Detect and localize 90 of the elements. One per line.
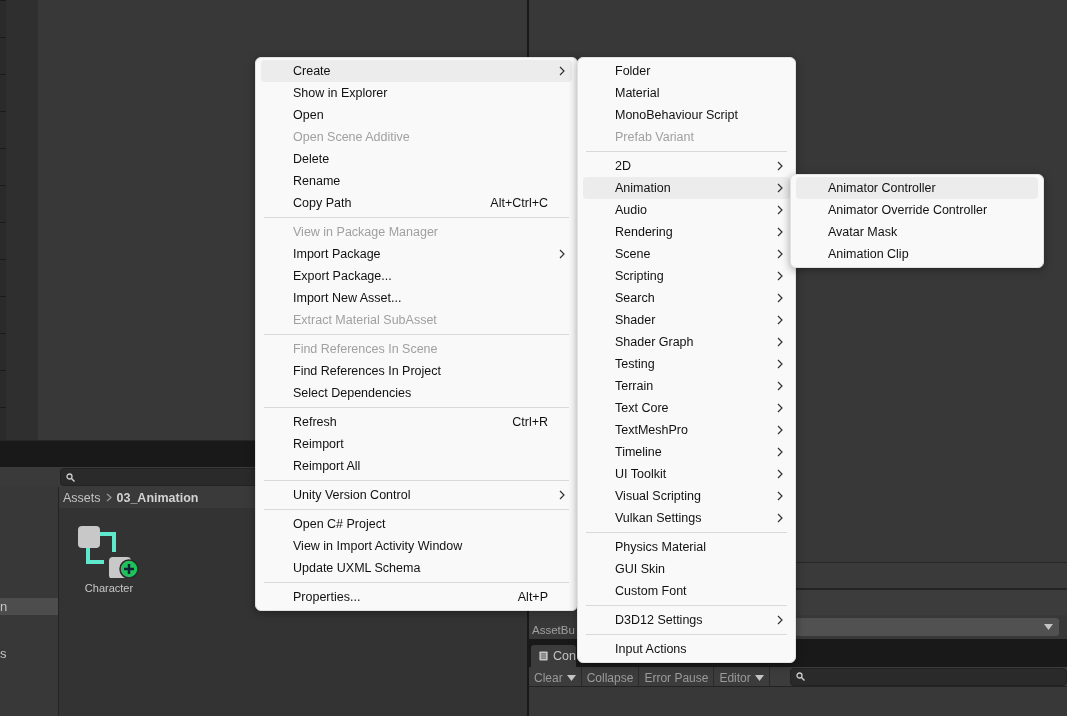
menu-item[interactable]: Animation — [583, 177, 790, 199]
search-field[interactable] — [789, 667, 1067, 686]
menu-item[interactable]: Animator Override Controller — [796, 199, 1038, 221]
menu-item[interactable]: Scripting — [583, 265, 790, 287]
menu-item[interactable]: Shader — [583, 309, 790, 331]
menu-item[interactable]: Testing — [583, 353, 790, 375]
chevron-icon — [777, 447, 783, 457]
chevron-icon — [777, 513, 783, 523]
breadcrumb-item[interactable]: 03_Animation — [116, 490, 199, 505]
menu-item[interactable]: Material — [583, 82, 790, 104]
tree-item[interactable]: s — [0, 645, 58, 662]
chevron-icon — [777, 249, 783, 259]
menu-item[interactable]: Animation Clip — [796, 243, 1038, 265]
dropdown-field[interactable] — [794, 618, 1059, 636]
menu-item[interactable]: Audio — [583, 199, 790, 221]
chevron-icon — [777, 381, 783, 391]
chevron-icon — [777, 403, 783, 413]
chevron-icon — [777, 205, 783, 215]
chevron-icon — [777, 491, 783, 501]
chevron-icon — [777, 469, 783, 479]
chevron-icon — [777, 293, 783, 303]
chevron-icon — [559, 490, 565, 500]
menu-item[interactable]: Physics Material — [583, 536, 790, 558]
menu-item[interactable]: Folder — [583, 60, 790, 82]
menu-item[interactable]: Shader Graph — [583, 331, 790, 353]
breadcrumb-item[interactable]: Assets — [63, 490, 101, 505]
menu-item[interactable]: Delete — [261, 148, 572, 170]
menu-item[interactable]: D3D12 Settings — [583, 609, 790, 631]
menu-item[interactable]: Import Package — [261, 243, 572, 265]
chevron-icon — [777, 227, 783, 237]
chevron-icon — [777, 271, 783, 281]
console-tab[interactable]: Con — [531, 645, 576, 667]
chevron-icon — [777, 183, 783, 193]
asset-label: Character — [84, 582, 134, 594]
chevron-icon — [777, 359, 783, 369]
field-label: AssetBu — [532, 624, 575, 636]
toolbar-button[interactable]: Collapse — [581, 667, 640, 686]
chevron-icon — [559, 66, 565, 76]
chevron-icon — [559, 249, 565, 259]
chevron-icon — [777, 615, 783, 625]
menu-item[interactable]: Unity Version Control — [261, 484, 572, 506]
menu-item[interactable]: Open C# Project — [261, 513, 572, 535]
menu-item[interactable]: Animator Controller — [796, 177, 1038, 199]
chevron-icon — [777, 315, 783, 325]
menu-item[interactable]: Open — [261, 104, 572, 126]
toolbar-button[interactable]: Clear — [529, 667, 582, 686]
chevron-icon — [777, 425, 783, 435]
menu-item[interactable]: Search — [583, 287, 790, 309]
menu-item[interactable]: Rename — [261, 170, 572, 192]
menu-item[interactable]: Visual Scripting — [583, 485, 790, 507]
chevron-icon — [777, 337, 783, 347]
chevron-icon — [777, 161, 783, 171]
menu-item[interactable]: Scene — [583, 243, 790, 265]
menu-item[interactable]: Show in Explorer — [261, 82, 572, 104]
menu-item[interactable]: Rendering — [583, 221, 790, 243]
menu-item[interactable]: Find References In Project — [261, 360, 572, 382]
menu-item[interactable]: Copy Path Alt+Ctrl+C — [261, 192, 572, 214]
menu-item[interactable]: Update UXML Schema — [261, 557, 572, 579]
menu-item[interactable]: Timeline — [583, 441, 790, 463]
dropdown-arrow-icon — [566, 675, 576, 681]
menu-item[interactable]: Terrain — [583, 375, 790, 397]
dropdown-arrow-icon — [1044, 624, 1053, 630]
menu-item[interactable]: Text Core — [583, 397, 790, 419]
menu-item[interactable]: Select Dependencies — [261, 382, 572, 404]
menu-item[interactable]: Custom Font — [583, 580, 790, 602]
menu-item[interactable]: UI Toolkit — [583, 463, 790, 485]
menu-item[interactable]: 2D — [583, 155, 790, 177]
menu-item[interactable]: Input Actions — [583, 638, 790, 660]
menu-item[interactable]: Refresh Ctrl+R — [261, 411, 572, 433]
menu-item[interactable]: Reimport All — [261, 455, 572, 477]
list-icon — [539, 650, 549, 662]
search-icon — [795, 672, 805, 681]
tree-item[interactable]: n — [0, 598, 58, 615]
menu-item[interactable]: View in Import Activity Window — [261, 535, 572, 557]
menu-item[interactable]: Import New Asset... — [261, 287, 572, 309]
menu-item[interactable]: Create — [261, 60, 572, 82]
chevron-icon — [105, 493, 112, 502]
node-graph-icon — [78, 526, 140, 578]
toolbar-button[interactable]: Editor — [714, 667, 770, 686]
search-icon — [66, 472, 75, 482]
menu-item[interactable]: TextMeshPro — [583, 419, 790, 441]
dropdown-arrow-icon — [754, 675, 764, 681]
menu-item[interactable]: Properties... Alt+P — [261, 586, 572, 608]
menu-item[interactable]: Avatar Mask — [796, 221, 1038, 243]
toolbar-button[interactable]: Error Pause — [639, 667, 715, 686]
menu-item[interactable]: MonoBehaviour Script — [583, 104, 790, 126]
menu-item[interactable]: Vulkan Settings — [583, 507, 790, 529]
menu-item[interactable]: Export Package... — [261, 265, 572, 287]
menu-item[interactable]: Reimport — [261, 433, 572, 455]
menu-item[interactable]: GUI Skin — [583, 558, 790, 580]
